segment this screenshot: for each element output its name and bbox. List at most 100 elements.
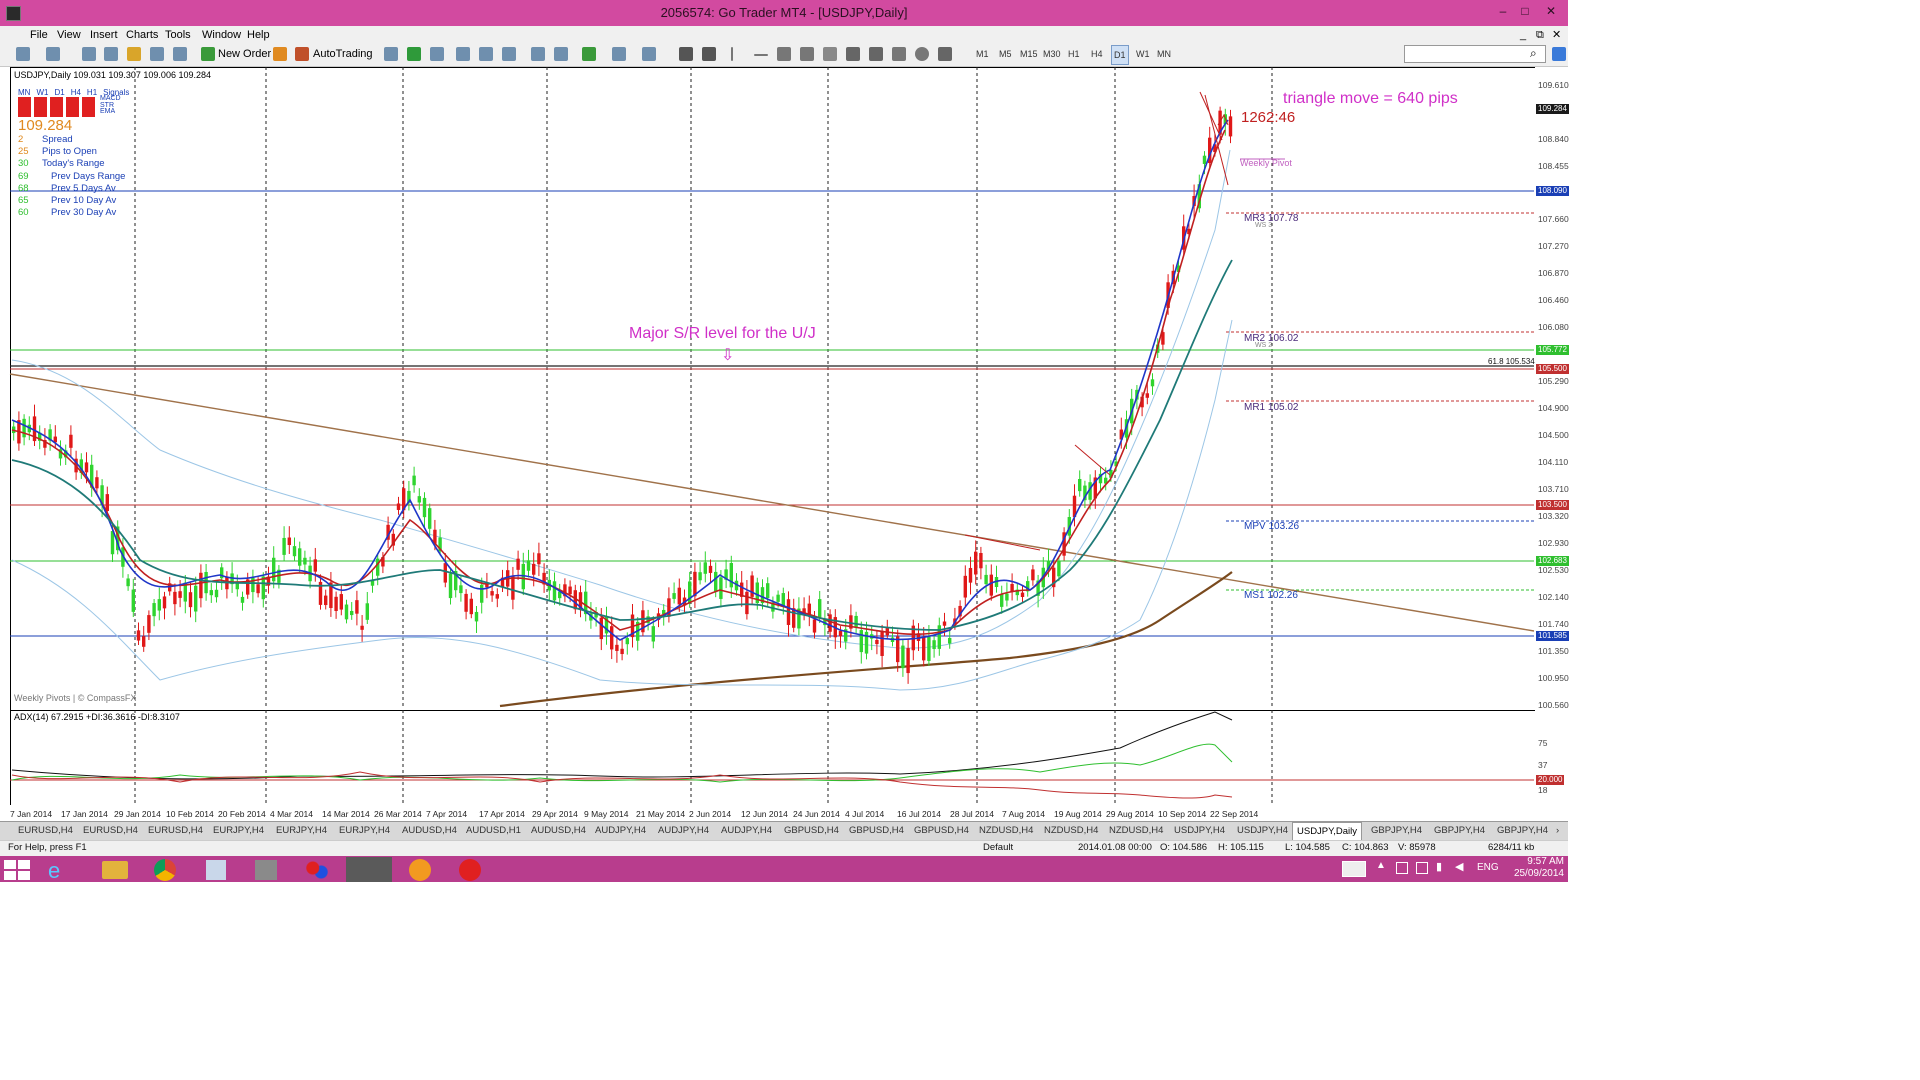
status-traffic: 6284/11 kb: [1488, 842, 1535, 853]
candle-body: [1228, 116, 1233, 137]
candle-body: [552, 581, 557, 601]
date-label: 12 Jun 2014: [741, 809, 788, 819]
chart-tab-active[interactable]: USDJPY,Daily: [1292, 822, 1363, 840]
chart-tab[interactable]: NZDUSD,H4: [1040, 822, 1102, 839]
tray-up-icon[interactable]: ▲: [1376, 860, 1386, 871]
signal-col-mn: MN: [18, 88, 31, 97]
chrome-icon[interactable]: [154, 859, 176, 881]
candle-body: [896, 636, 900, 663]
action-center-icon[interactable]: [1396, 862, 1408, 874]
chart-tab[interactable]: AUDUSD,H4: [398, 822, 461, 839]
price-label: 108.455: [1538, 161, 1569, 171]
language-indicator[interactable]: ENG: [1477, 862, 1499, 873]
triangle-upper-trendline: [9, 373, 1535, 632]
signal-rows: MACD STR EMA: [100, 95, 121, 116]
candle-body: [147, 615, 151, 633]
adx-scale-label: 18: [1538, 785, 1548, 795]
chart-tab[interactable]: GBPUSD,H4: [910, 822, 973, 839]
candle-body: [984, 574, 988, 585]
signal-grid: [18, 97, 96, 117]
candle-body: [714, 571, 718, 593]
charting-app-icon[interactable]: [459, 859, 481, 881]
chart-tab[interactable]: GBPJPY,H4: [1493, 822, 1552, 839]
candle-body: [178, 591, 182, 598]
desktop-app-icon[interactable]: [206, 860, 226, 880]
price-tag-green: 105.772: [1536, 345, 1569, 355]
date-label: 26 Mar 2014: [374, 809, 422, 819]
pivot-mr1: MR1 105.02: [1244, 402, 1299, 413]
date-label: 28 Jul 2014: [950, 809, 994, 819]
candle-body: [989, 574, 993, 596]
candle-body: [209, 590, 213, 596]
stat-value: 25: [18, 146, 29, 158]
power-icon[interactable]: [1416, 862, 1428, 874]
adx-header: ADX(14) 67.2915 +DI:36.3616 -DI:8.3107: [14, 712, 180, 722]
candle-body: [1031, 569, 1035, 581]
date-label: 14 Mar 2014: [322, 809, 370, 819]
office-app-icon[interactable]: [409, 859, 431, 881]
candle-body: [963, 575, 967, 598]
chart-tab[interactable]: GBPUSD,H4: [780, 822, 843, 839]
chart-tab[interactable]: EURJPY,H4: [272, 822, 331, 839]
network-icon[interactable]: ▮: [1436, 860, 1442, 873]
bar-countdown: 1262:46: [1241, 109, 1296, 126]
candle-body: [417, 496, 421, 503]
candle-body: [937, 625, 941, 649]
start-icon[interactable]: [4, 860, 32, 880]
internet-explorer-icon[interactable]: e: [48, 858, 78, 883]
meeting-app-icon[interactable]: [303, 860, 331, 880]
candle-body: [942, 621, 947, 626]
price-tag-current: 109.284: [1536, 104, 1569, 114]
chart-tab[interactable]: AUDUSD,H1: [462, 822, 525, 839]
go-trader-taskbar-button[interactable]: [346, 857, 392, 882]
stat-value: 30: [18, 158, 29, 170]
candle-body: [240, 596, 245, 603]
chart-tab[interactable]: AUDUSD,H4: [527, 822, 590, 839]
price-tag-blue: 101.585: [1536, 631, 1569, 641]
status-open: O: 104.586: [1160, 842, 1208, 853]
price-label: 100.950: [1538, 673, 1569, 683]
adx-scale-label: 75: [1538, 738, 1548, 748]
file-explorer-icon[interactable]: [102, 861, 128, 879]
chart-tab[interactable]: EURJPY,H4: [335, 822, 394, 839]
chart-tab[interactable]: AUDJPY,H4: [717, 822, 776, 839]
chart-tab[interactable]: GBPUSD,H4: [845, 822, 908, 839]
keyboard-icon[interactable]: [1342, 861, 1366, 877]
chart-tab[interactable]: EURUSD,H4: [144, 822, 207, 839]
volume-icon[interactable]: ◀: [1455, 860, 1463, 873]
status-time: 2014.01.08 00:00: [1078, 842, 1152, 853]
app-grid-icon[interactable]: [255, 860, 277, 880]
candle-body: [126, 578, 130, 587]
price-label: 107.660: [1538, 214, 1569, 224]
candle-body: [677, 587, 681, 605]
tabs-scroll-right-icon[interactable]: ›: [1552, 822, 1563, 839]
chart-tab[interactable]: NZDUSD,H4: [975, 822, 1037, 839]
date-label: 7 Jan 2014: [10, 809, 53, 819]
chart-tab[interactable]: AUDJPY,H4: [591, 822, 650, 839]
chart-tab[interactable]: GBPJPY,H4: [1430, 822, 1489, 839]
candle-body: [1000, 593, 1004, 607]
candle-body: [745, 591, 749, 615]
candle-body: [708, 565, 713, 573]
chart-tab[interactable]: AUDJPY,H4: [654, 822, 713, 839]
candle-body: [812, 619, 817, 633]
candle-body: [620, 648, 624, 655]
candle-body: [651, 626, 655, 642]
date-label: 22 Sep 2014: [1210, 809, 1259, 819]
chart-tab[interactable]: USDJPY,H4: [1170, 822, 1229, 839]
clock[interactable]: 9:57 AM 25/09/2014: [1506, 856, 1564, 880]
chart-tab[interactable]: NZDUSD,H4: [1105, 822, 1167, 839]
chart-tab[interactable]: GBPJPY,H4: [1367, 822, 1426, 839]
chart-tab[interactable]: EURUSD,H4: [14, 822, 77, 839]
chart-tab[interactable]: EURUSD,H4: [79, 822, 142, 839]
candle-body: [469, 598, 473, 615]
chart-tab[interactable]: USDJPY,H4: [1233, 822, 1292, 839]
price-label: 106.870: [1538, 268, 1569, 278]
chart-tab[interactable]: EURJPY,H4: [209, 822, 268, 839]
candle-body: [84, 462, 89, 473]
candle-body: [537, 553, 541, 565]
price-label: 102.140: [1538, 592, 1569, 602]
stat-value: 2: [18, 134, 24, 145]
candle-body: [818, 599, 822, 618]
status-close: C: 104.863: [1342, 842, 1389, 853]
